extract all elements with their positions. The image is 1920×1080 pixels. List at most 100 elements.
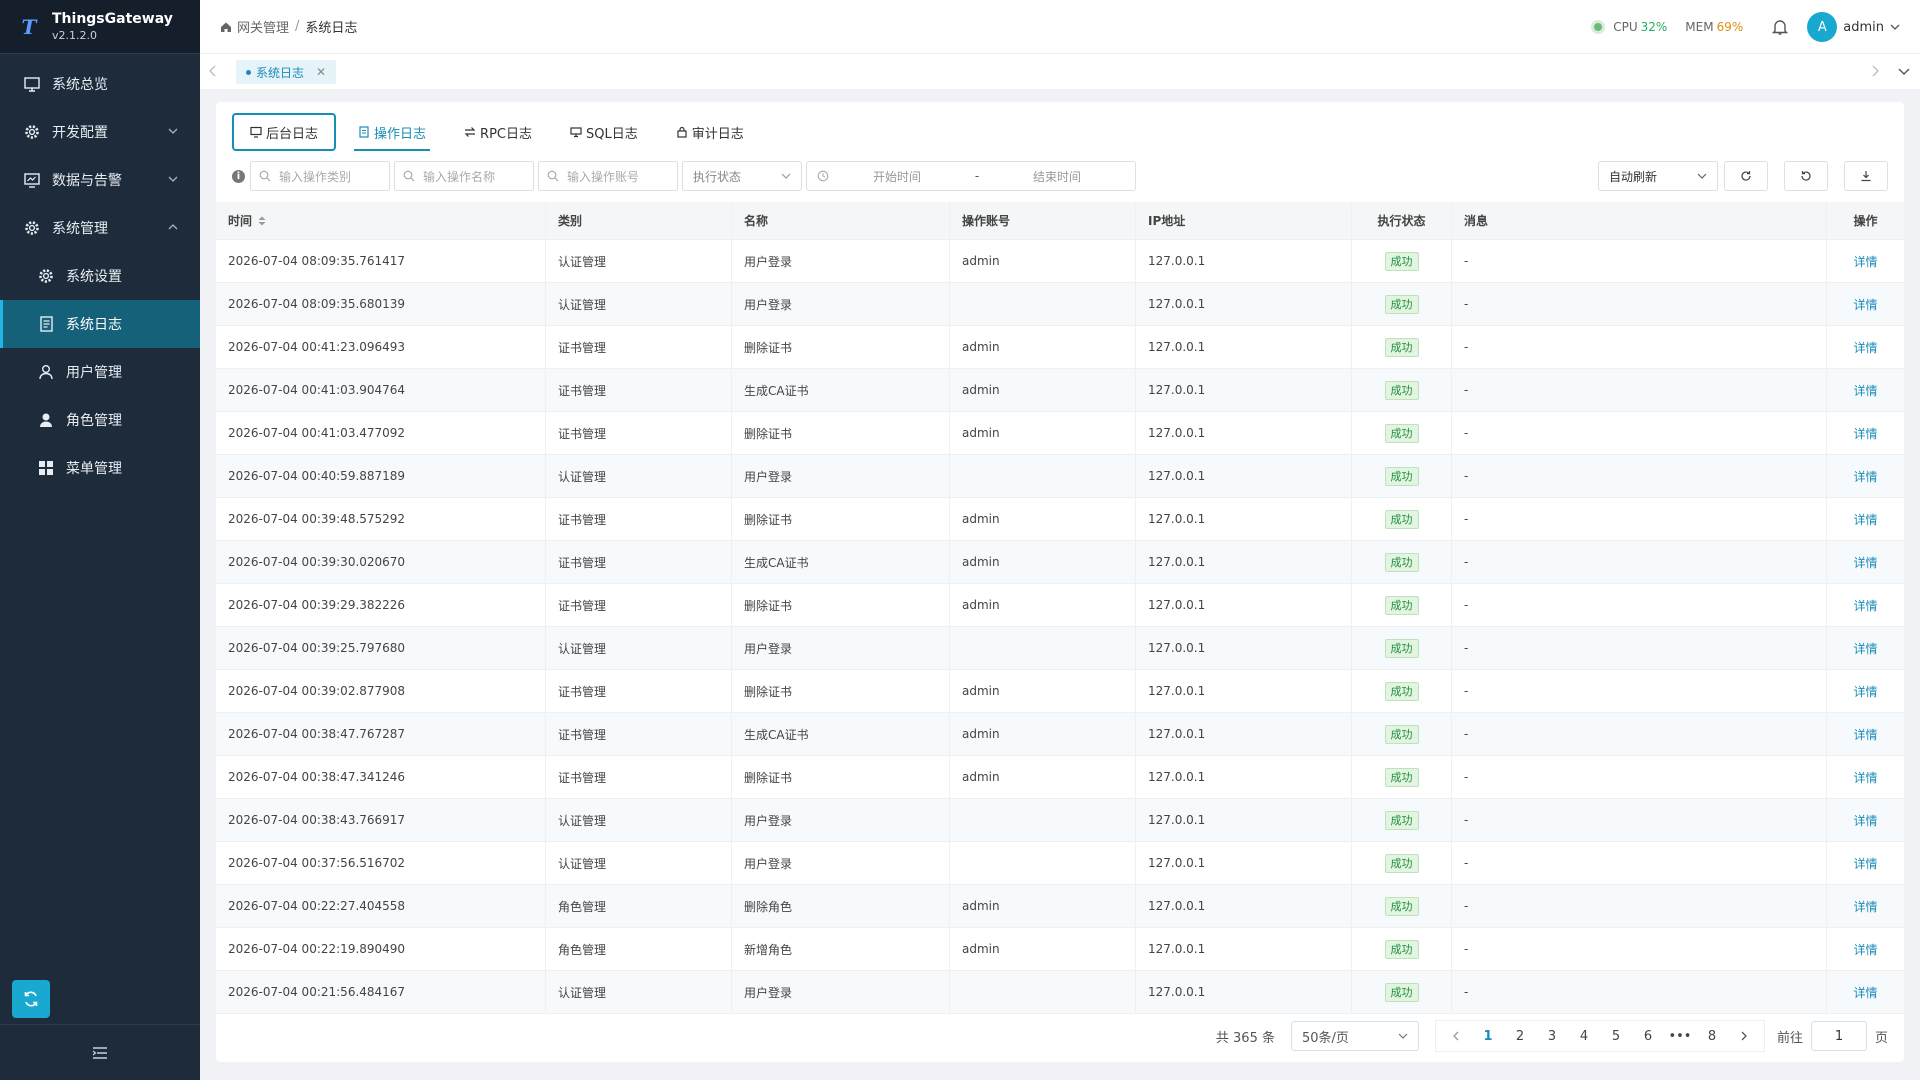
details-link[interactable]: 详情 [1853, 468, 1877, 485]
avatar[interactable]: A [1807, 12, 1838, 42]
chevron-down-icon[interactable] [1898, 65, 1910, 77]
breadcrumb-item[interactable]: 网关管理 [237, 17, 289, 36]
sidebar-item-user-management[interactable]: 用户管理 [0, 348, 200, 396]
auto-refresh-select[interactable]: 自动刷新 [1598, 161, 1718, 191]
details-link[interactable]: 详情 [1853, 640, 1877, 657]
collapse-menu-icon[interactable] [92, 1046, 108, 1060]
details-link[interactable]: 详情 [1853, 511, 1877, 528]
sidebar-refresh-button[interactable] [12, 980, 50, 1018]
details-link[interactable]: 详情 [1853, 382, 1877, 399]
sidebar-item-system-log[interactable]: 系统日志 [0, 300, 200, 348]
page-ellipsis[interactable]: ••• [1664, 1021, 1696, 1051]
details-link[interactable]: 详情 [1853, 898, 1877, 915]
cell-action[interactable]: 详情 [1827, 756, 1904, 798]
refresh-button[interactable] [1724, 161, 1768, 191]
table-row: 2026-07-04 00:39:25.797680 认证管理 用户登录 127.0.… [216, 627, 1904, 670]
details-link[interactable]: 详情 [1853, 597, 1877, 614]
start-time-placeholder[interactable]: 开始时间 [837, 168, 957, 185]
page-button-3[interactable]: 3 [1536, 1021, 1568, 1051]
cell-action[interactable]: 详情 [1827, 799, 1904, 841]
cell-action[interactable]: 详情 [1827, 455, 1904, 497]
page-button-4[interactable]: 4 [1568, 1021, 1600, 1051]
cell-name: 删除角色 [732, 885, 950, 927]
cell-action[interactable]: 详情 [1827, 885, 1904, 927]
sidebar-item-menu-management[interactable]: 菜单管理 [0, 444, 200, 492]
sidebar-item-data-alarm[interactable]: 数据与告警 [0, 156, 200, 204]
cell-action[interactable]: 详情 [1827, 326, 1904, 368]
chevron-right-icon[interactable] [1870, 65, 1880, 77]
sort-icon[interactable] [258, 216, 266, 226]
page-button-1[interactable]: 1 [1472, 1021, 1504, 1051]
details-link[interactable]: 详情 [1853, 683, 1877, 700]
details-link[interactable]: 详情 [1853, 339, 1877, 356]
chevron-left-icon[interactable] [208, 65, 218, 77]
tab-operation-log[interactable]: 操作日志 [342, 113, 442, 151]
cell-status: 成功 [1352, 799, 1452, 841]
sidebar-item-overview[interactable]: 系统总览 [0, 60, 200, 108]
cell-action[interactable]: 详情 [1827, 369, 1904, 411]
close-icon[interactable]: ✕ [316, 65, 326, 79]
details-link[interactable]: 详情 [1853, 855, 1877, 872]
cell-action[interactable]: 详情 [1827, 670, 1904, 712]
category-search-input[interactable]: 输入操作类别 [250, 161, 390, 191]
sidebar-item-label: 系统总览 [52, 77, 108, 93]
tab-backend-log[interactable]: 后台日志 [232, 113, 337, 151]
cell-action[interactable]: 详情 [1827, 971, 1904, 1013]
user-icon [36, 362, 56, 382]
next-page-button[interactable] [1728, 1021, 1760, 1051]
page-size-select[interactable]: 50条/页 [1290, 1021, 1419, 1051]
cell-action[interactable]: 详情 [1827, 713, 1904, 755]
cell-action[interactable]: 详情 [1827, 584, 1904, 626]
details-link[interactable]: 详情 [1853, 726, 1877, 743]
sidebar-item-dev-config[interactable]: 开发配置 [0, 108, 200, 156]
cell-ip: 127.0.0.1 [1136, 928, 1352, 970]
details-link[interactable]: 详情 [1853, 296, 1877, 313]
name-search-input[interactable]: 输入操作名称 [394, 161, 534, 191]
page-button-5[interactable]: 5 [1600, 1021, 1632, 1051]
details-link[interactable]: 详情 [1853, 812, 1877, 829]
cell-account: admin [950, 713, 1136, 755]
chevron-down-icon[interactable] [1890, 22, 1900, 32]
bell-icon[interactable] [1771, 18, 1789, 36]
tab-rpc-log[interactable]: RPC日志 [448, 113, 548, 151]
cell-category: 证书管理 [546, 584, 732, 626]
tab-system-log[interactable]: 系统日志 ✕ [236, 60, 337, 84]
sidebar-item-system-management[interactable]: 系统管理 [0, 204, 200, 252]
goto-page-input[interactable]: 1 [1810, 1021, 1867, 1051]
cell-account: admin [950, 541, 1136, 583]
sidebar-item-system-settings[interactable]: 系统设置 [0, 252, 200, 300]
username[interactable]: admin [1843, 20, 1884, 35]
cell-action[interactable]: 详情 [1827, 842, 1904, 884]
tab-label: 操作日志 [374, 126, 427, 142]
cell-action[interactable]: 详情 [1827, 627, 1904, 669]
column-header-time[interactable]: 时间 [216, 202, 546, 239]
page-button-8[interactable]: 8 [1696, 1021, 1728, 1051]
tab-sql-log[interactable]: SQL日志 [554, 113, 654, 151]
reset-button[interactable] [1784, 161, 1828, 191]
cell-action[interactable]: 详情 [1827, 283, 1904, 325]
details-link[interactable]: 详情 [1853, 769, 1877, 786]
cell-action[interactable]: 详情 [1827, 412, 1904, 454]
details-link[interactable]: 详情 [1853, 984, 1877, 1001]
end-time-placeholder[interactable]: 结束时间 [997, 168, 1117, 185]
status-select[interactable]: 执行状态 [682, 161, 802, 191]
page-button-6[interactable]: 6 [1632, 1021, 1664, 1051]
details-link[interactable]: 详情 [1853, 941, 1877, 958]
tab-audit-log[interactable]: 审计日志 [660, 113, 760, 151]
account-search-input[interactable]: 输入操作账号 [538, 161, 678, 191]
cell-message: - [1452, 541, 1827, 583]
cell-action[interactable]: 详情 [1827, 498, 1904, 540]
home-icon[interactable] [220, 21, 232, 33]
sidebar-item-role-management[interactable]: 角色管理 [0, 396, 200, 444]
info-icon[interactable]: i [232, 169, 245, 183]
cell-action[interactable]: 详情 [1827, 240, 1904, 282]
cell-action[interactable]: 详情 [1827, 541, 1904, 583]
details-link[interactable]: 详情 [1853, 425, 1877, 442]
cell-action[interactable]: 详情 [1827, 928, 1904, 970]
export-button[interactable] [1844, 161, 1888, 191]
details-link[interactable]: 详情 [1853, 253, 1877, 270]
date-range-picker[interactable]: 开始时间 - 结束时间 [806, 161, 1136, 191]
page-button-2[interactable]: 2 [1504, 1021, 1536, 1051]
prev-page-button[interactable] [1440, 1021, 1472, 1051]
details-link[interactable]: 详情 [1853, 554, 1877, 571]
